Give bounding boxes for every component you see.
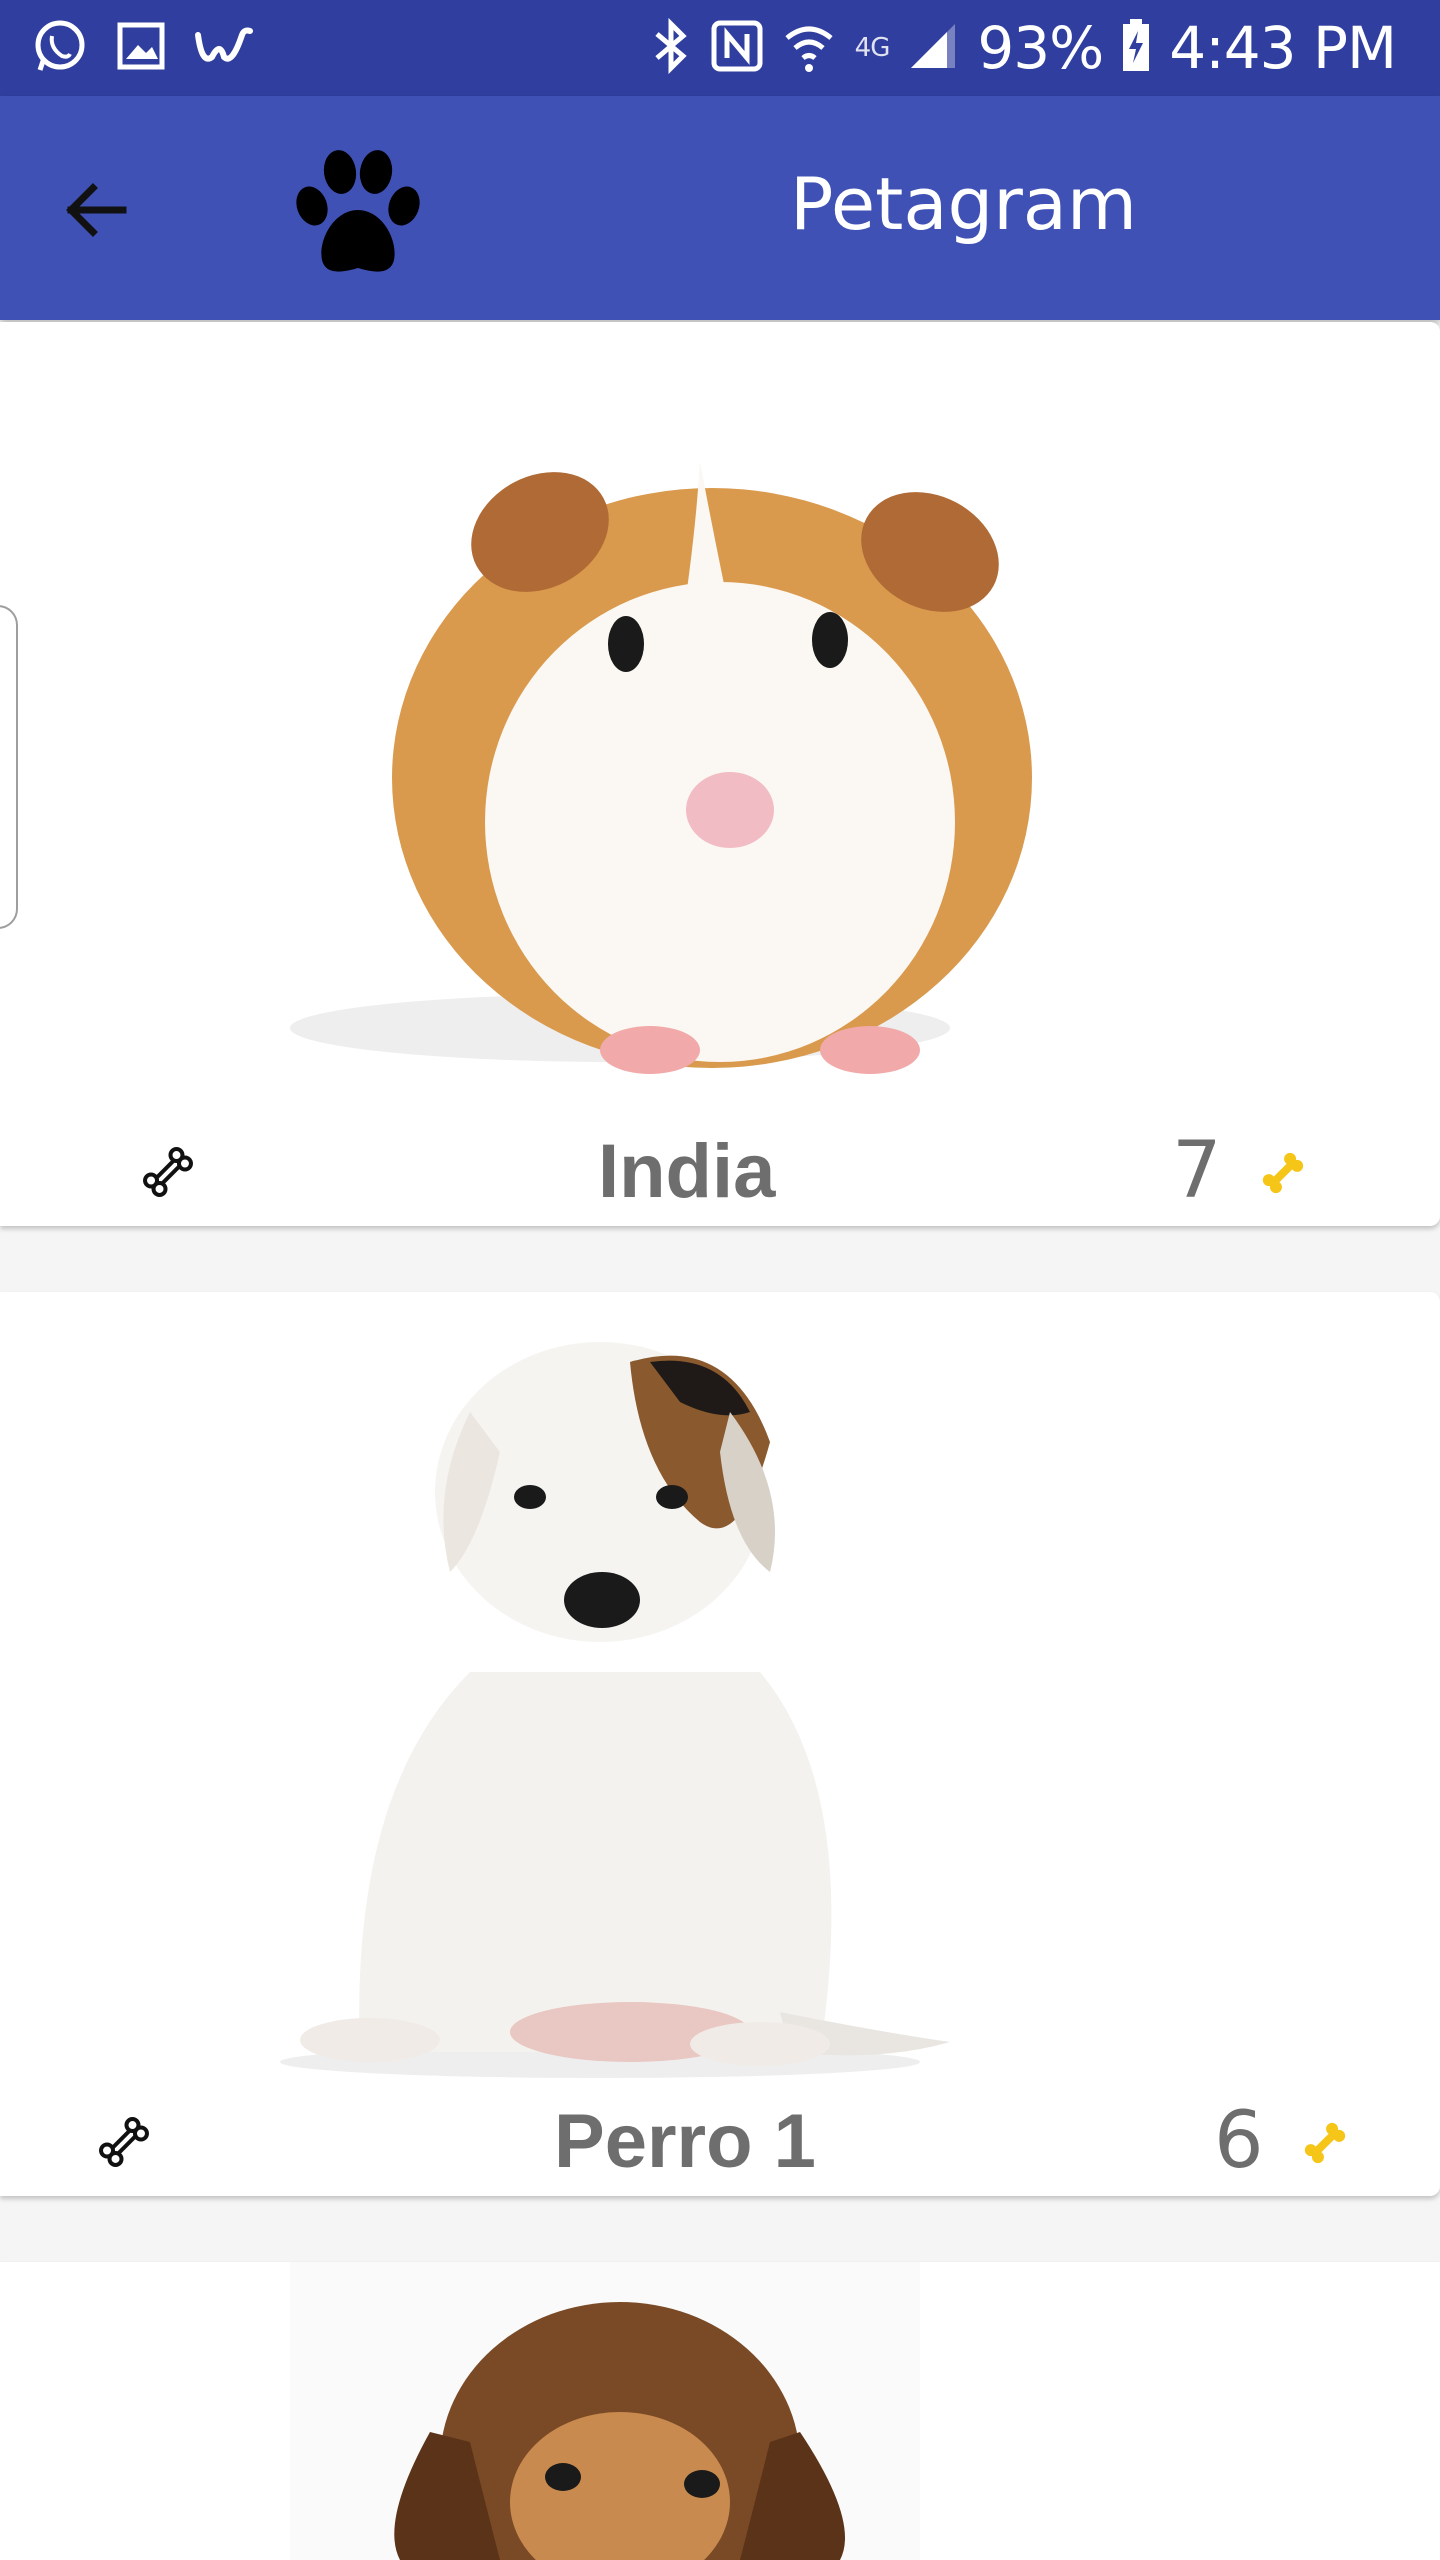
- wifi-icon: [781, 18, 837, 79]
- bone-outline-icon: [94, 2117, 154, 2176]
- pet-photo: [0, 322, 1440, 1116]
- bluetooth-icon: [649, 17, 693, 79]
- wish-icon: [194, 21, 254, 76]
- bone-gold-icon: [1258, 1148, 1308, 1198]
- like-button[interactable]: [94, 2112, 154, 2172]
- pet-card: Perro 1 6: [0, 1292, 1440, 2196]
- network-type-label: 4G: [854, 33, 891, 63]
- clock: 4:43 PM: [1169, 14, 1397, 82]
- nfc-icon: [711, 20, 763, 77]
- pet-photo: [0, 2262, 1440, 2560]
- edge-panel-handle[interactable]: [0, 605, 18, 929]
- like-count: 6: [1214, 2096, 1264, 2186]
- paw-icon: [282, 144, 432, 284]
- arrow-back-icon: [61, 175, 131, 250]
- pet-card-footer: India 7: [0, 1116, 1440, 1226]
- bone-gold-icon: [1300, 2118, 1350, 2168]
- battery-percent: 93%: [977, 14, 1104, 82]
- pet-photo: [0, 1292, 1440, 2086]
- pet-name: Perro 1: [554, 2099, 816, 2184]
- whatsapp-icon: [32, 18, 88, 79]
- pet-name: India: [598, 1129, 776, 1214]
- pet-card: India 7: [0, 322, 1440, 1226]
- app-bar: Petagram: [0, 96, 1440, 320]
- like-count: 7: [1172, 1126, 1222, 1216]
- pet-card: [0, 2262, 1440, 2560]
- like-button[interactable]: [138, 1142, 198, 1202]
- app-title: Petagram: [790, 162, 1138, 246]
- back-button[interactable]: [50, 166, 142, 258]
- gallery-icon: [116, 21, 166, 76]
- status-bar: 4G 93% 4:43 PM: [0, 0, 1440, 96]
- pet-card-footer: Perro 1 6: [0, 2086, 1440, 2196]
- battery-icon: [1121, 18, 1151, 78]
- signal-icon: [907, 20, 959, 77]
- bone-outline-icon: [138, 1147, 198, 1206]
